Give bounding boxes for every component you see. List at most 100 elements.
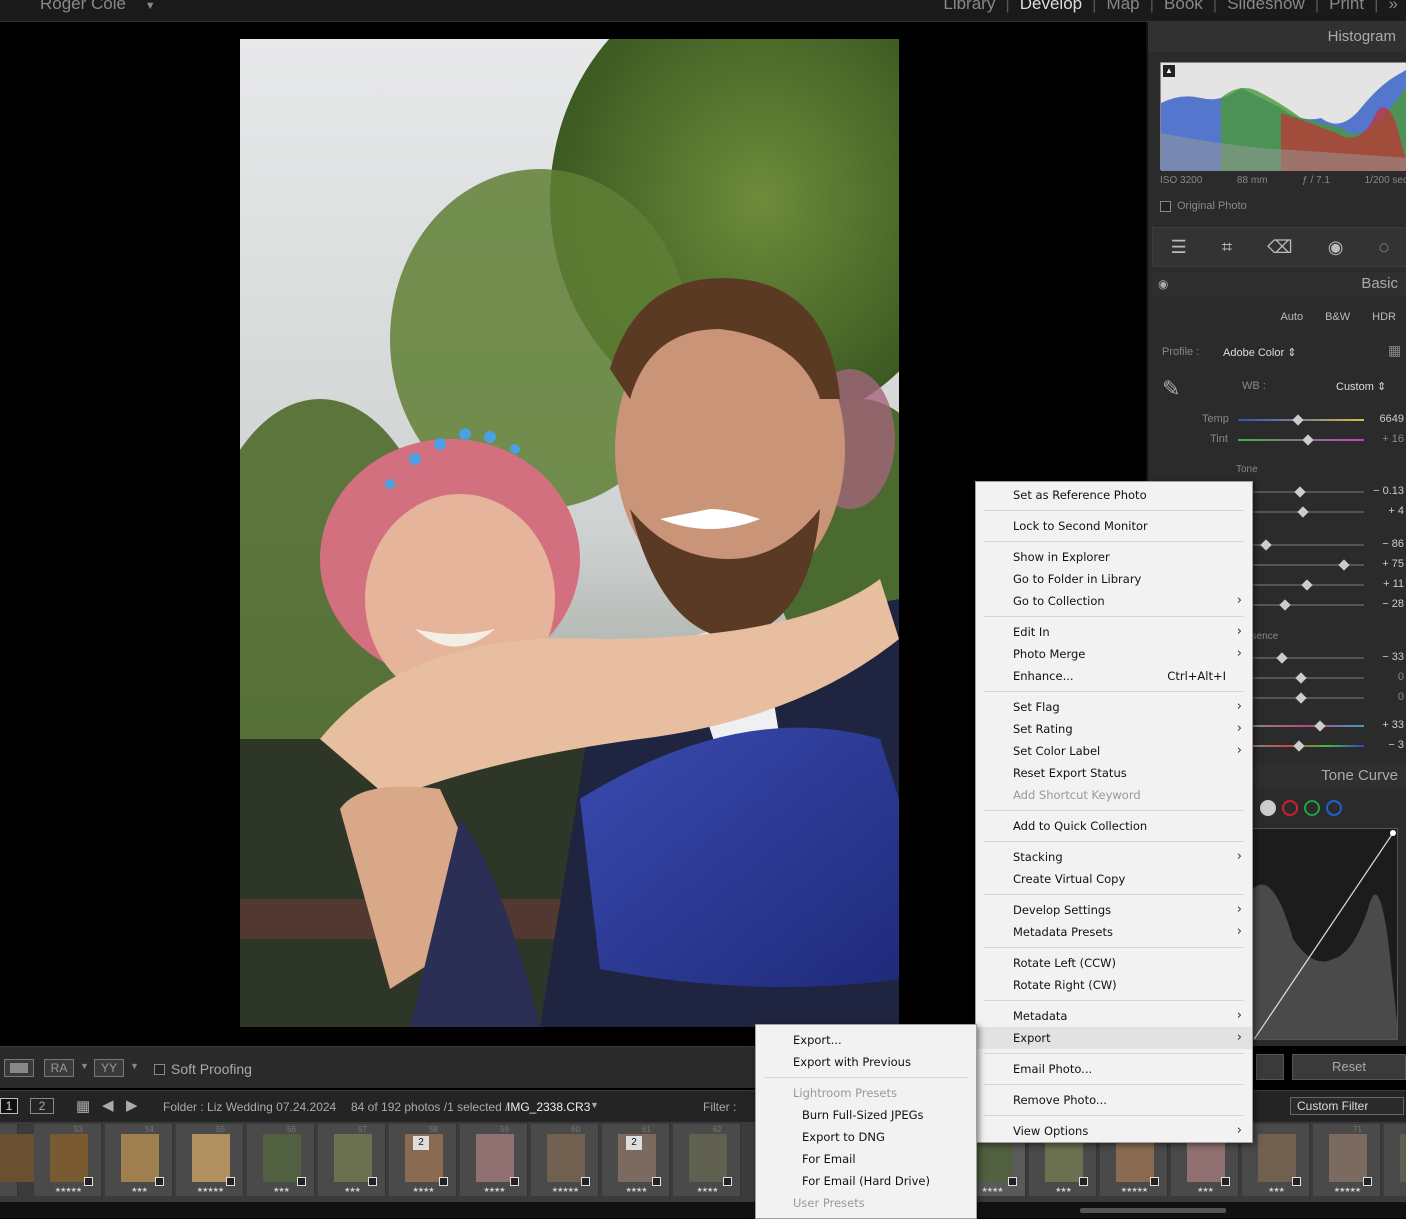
- texture-slider[interactable]: [1252, 652, 1364, 664]
- dehaze-value[interactable]: 0: [1398, 691, 1404, 703]
- context-menu-item[interactable]: Metadata ›: [976, 1005, 1252, 1027]
- context-menu-item[interactable]: Lock to Second Monitor: [976, 515, 1252, 537]
- preset-burn-full-jpegs[interactable]: Burn Full-Sized JPEGs: [756, 1104, 976, 1126]
- context-menu-item[interactable]: Stacking ›: [976, 846, 1252, 868]
- dehaze-slider[interactable]: [1252, 692, 1364, 704]
- context-menu-item[interactable]: Email Photo...: [976, 1058, 1252, 1080]
- page-1-button[interactable]: 1: [0, 1098, 18, 1114]
- context-menu-item[interactable]: Rotate Left (CCW): [976, 952, 1252, 974]
- filmstrip-thumb[interactable]: 59 ★★★★: [460, 1124, 528, 1196]
- contrast-slider[interactable]: [1252, 506, 1364, 518]
- module-more-icon[interactable]: »: [1389, 0, 1398, 14]
- page-2-button[interactable]: 2: [30, 1098, 54, 1114]
- wb-eyedropper-icon[interactable]: ✎: [1162, 376, 1180, 402]
- soft-proofing-checkbox[interactable]: [154, 1063, 165, 1075]
- module-develop[interactable]: Develop: [1020, 0, 1082, 14]
- scroll-thumb[interactable]: [1080, 1208, 1226, 1213]
- original-photo-toggle[interactable]: Original Photo: [1160, 200, 1247, 212]
- basic-header[interactable]: ◉ Basic: [1152, 272, 1406, 296]
- crop-icon[interactable]: ⌗: [1222, 237, 1232, 258]
- context-menu-item[interactable]: Set as Reference Photo: [976, 484, 1252, 506]
- bw-button[interactable]: B&W: [1317, 308, 1358, 326]
- temp-slider[interactable]: [1238, 414, 1364, 426]
- context-menu-item[interactable]: Create Virtual Copy: [976, 868, 1252, 890]
- module-map[interactable]: Map: [1107, 0, 1140, 14]
- contrast-value[interactable]: + 4: [1388, 505, 1404, 517]
- curve-blue-icon[interactable]: [1326, 800, 1342, 816]
- blacks-value[interactable]: − 28: [1382, 598, 1404, 610]
- before-after-dropdown-icon[interactable]: ▼: [80, 1061, 89, 1071]
- filmstrip-thumb[interactable]: [0, 1124, 36, 1196]
- soft-proofing-toggle[interactable]: Soft Proofing: [154, 1061, 252, 1077]
- filmstrip-thumb[interactable]: 56 ★★★: [247, 1124, 315, 1196]
- shadows-value[interactable]: + 75: [1382, 558, 1404, 570]
- context-menu-item[interactable]: Rotate Right (CW): [976, 974, 1252, 996]
- preset-export-to-dng[interactable]: Export to DNG: [756, 1126, 976, 1148]
- shadow-clipping-icon[interactable]: ▲: [1163, 65, 1175, 77]
- exposure-value[interactable]: − 0.13: [1373, 485, 1404, 497]
- context-menu-item[interactable]: View Options ›: [976, 1120, 1252, 1142]
- curve-green-icon[interactable]: [1304, 800, 1320, 816]
- module-book[interactable]: Book: [1164, 0, 1203, 14]
- preset-for-email-hard-drive[interactable]: For Email (Hard Drive): [756, 1170, 976, 1192]
- module-slideshow[interactable]: Slideshow: [1227, 0, 1305, 14]
- profile-select[interactable]: Adobe Color ⇕: [1223, 346, 1296, 359]
- whites-slider[interactable]: [1252, 579, 1364, 591]
- context-menu-item[interactable]: Set Flag ›: [976, 696, 1252, 718]
- context-menu-item[interactable]: Enhance... Ctrl+Alt+I: [976, 665, 1252, 687]
- clarity-slider[interactable]: [1252, 672, 1364, 684]
- filmstrip-thumb[interactable]: 71 ★★★★★: [1313, 1124, 1381, 1196]
- context-menu-item[interactable]: Set Rating ›: [976, 718, 1252, 740]
- profile-browser-icon[interactable]: ▦: [1388, 342, 1401, 359]
- identity-plate[interactable]: Roger Cole ▼: [40, 0, 156, 14]
- filmstrip-scrollbar[interactable]: [0, 1202, 1406, 1218]
- preset-for-email[interactable]: For Email: [756, 1148, 976, 1170]
- tint-slider[interactable]: [1238, 434, 1364, 446]
- highlights-slider[interactable]: [1252, 539, 1364, 551]
- stack-count-badge[interactable]: 2: [413, 1136, 429, 1150]
- context-menu-item[interactable]: Set Color Label ›: [976, 740, 1252, 762]
- filmstrip-thumb[interactable]: 72★★: [1384, 1124, 1406, 1196]
- visibility-eye-icon[interactable]: ◉: [1158, 272, 1168, 296]
- reset-button[interactable]: Reset: [1292, 1054, 1406, 1080]
- hdr-button[interactable]: HDR: [1364, 308, 1404, 326]
- context-menu-item[interactable]: Metadata Presets ›: [976, 921, 1252, 943]
- split-dropdown-icon[interactable]: ▼: [130, 1061, 139, 1071]
- identity-dropdown-icon[interactable]: ▼: [145, 0, 156, 12]
- export-with-previous-item[interactable]: Export with Previous: [756, 1051, 976, 1073]
- before-after-button[interactable]: RA: [44, 1059, 74, 1077]
- previous-button[interactable]: [1256, 1054, 1284, 1080]
- auto-button[interactable]: Auto: [1272, 308, 1311, 326]
- context-menu-item[interactable]: Export ›: [976, 1027, 1252, 1049]
- custom-filter-select[interactable]: Custom Filter: [1290, 1097, 1404, 1115]
- filmstrip-thumb[interactable]: 62 ★★★★: [673, 1124, 741, 1196]
- context-menu-item[interactable]: Edit In ›: [976, 621, 1252, 643]
- filmstrip-thumb[interactable]: 55 ★★★★★: [176, 1124, 244, 1196]
- filmstrip-thumb[interactable]: 57 ★★★: [318, 1124, 386, 1196]
- vibrance-slider[interactable]: [1252, 720, 1364, 732]
- before-after-split-button[interactable]: YY: [94, 1059, 124, 1077]
- filmstrip-thumb[interactable]: 58 2 ★★★★: [389, 1124, 457, 1196]
- context-menu-item[interactable]: Remove Photo...: [976, 1089, 1252, 1111]
- context-menu-item[interactable]: Go to Folder in Library: [976, 568, 1252, 590]
- filmstrip-thumb[interactable]: 53 ★★★★★: [34, 1124, 102, 1196]
- tone-curve-graph[interactable]: [1252, 828, 1398, 1040]
- whites-value[interactable]: + 11: [1383, 578, 1404, 590]
- grid-view-icon[interactable]: ▦: [76, 1097, 90, 1115]
- curve-red-icon[interactable]: [1282, 800, 1298, 816]
- prev-arrow-icon[interactable]: ◀: [102, 1096, 114, 1114]
- edit-sliders-icon[interactable]: ☰: [1171, 237, 1187, 258]
- clarity-value[interactable]: 0: [1398, 671, 1404, 683]
- filename[interactable]: IMG_2338.CR3: [507, 1100, 590, 1114]
- temp-value[interactable]: 6649: [1380, 413, 1404, 425]
- saturation-value[interactable]: − 3: [1388, 739, 1404, 751]
- context-menu-item[interactable]: Go to Collection ›: [976, 590, 1252, 612]
- original-photo-checkbox[interactable]: [1160, 200, 1171, 212]
- main-photo[interactable]: [240, 39, 899, 1027]
- module-print[interactable]: Print: [1329, 0, 1364, 14]
- next-arrow-icon[interactable]: ▶: [126, 1096, 138, 1114]
- folder-label[interactable]: Folder : Liz Wedding 07.24.2024: [163, 1100, 336, 1114]
- curve-point-icon[interactable]: [1260, 800, 1276, 816]
- exposure-slider[interactable]: [1252, 486, 1364, 498]
- context-menu-item[interactable]: Develop Settings ›: [976, 899, 1252, 921]
